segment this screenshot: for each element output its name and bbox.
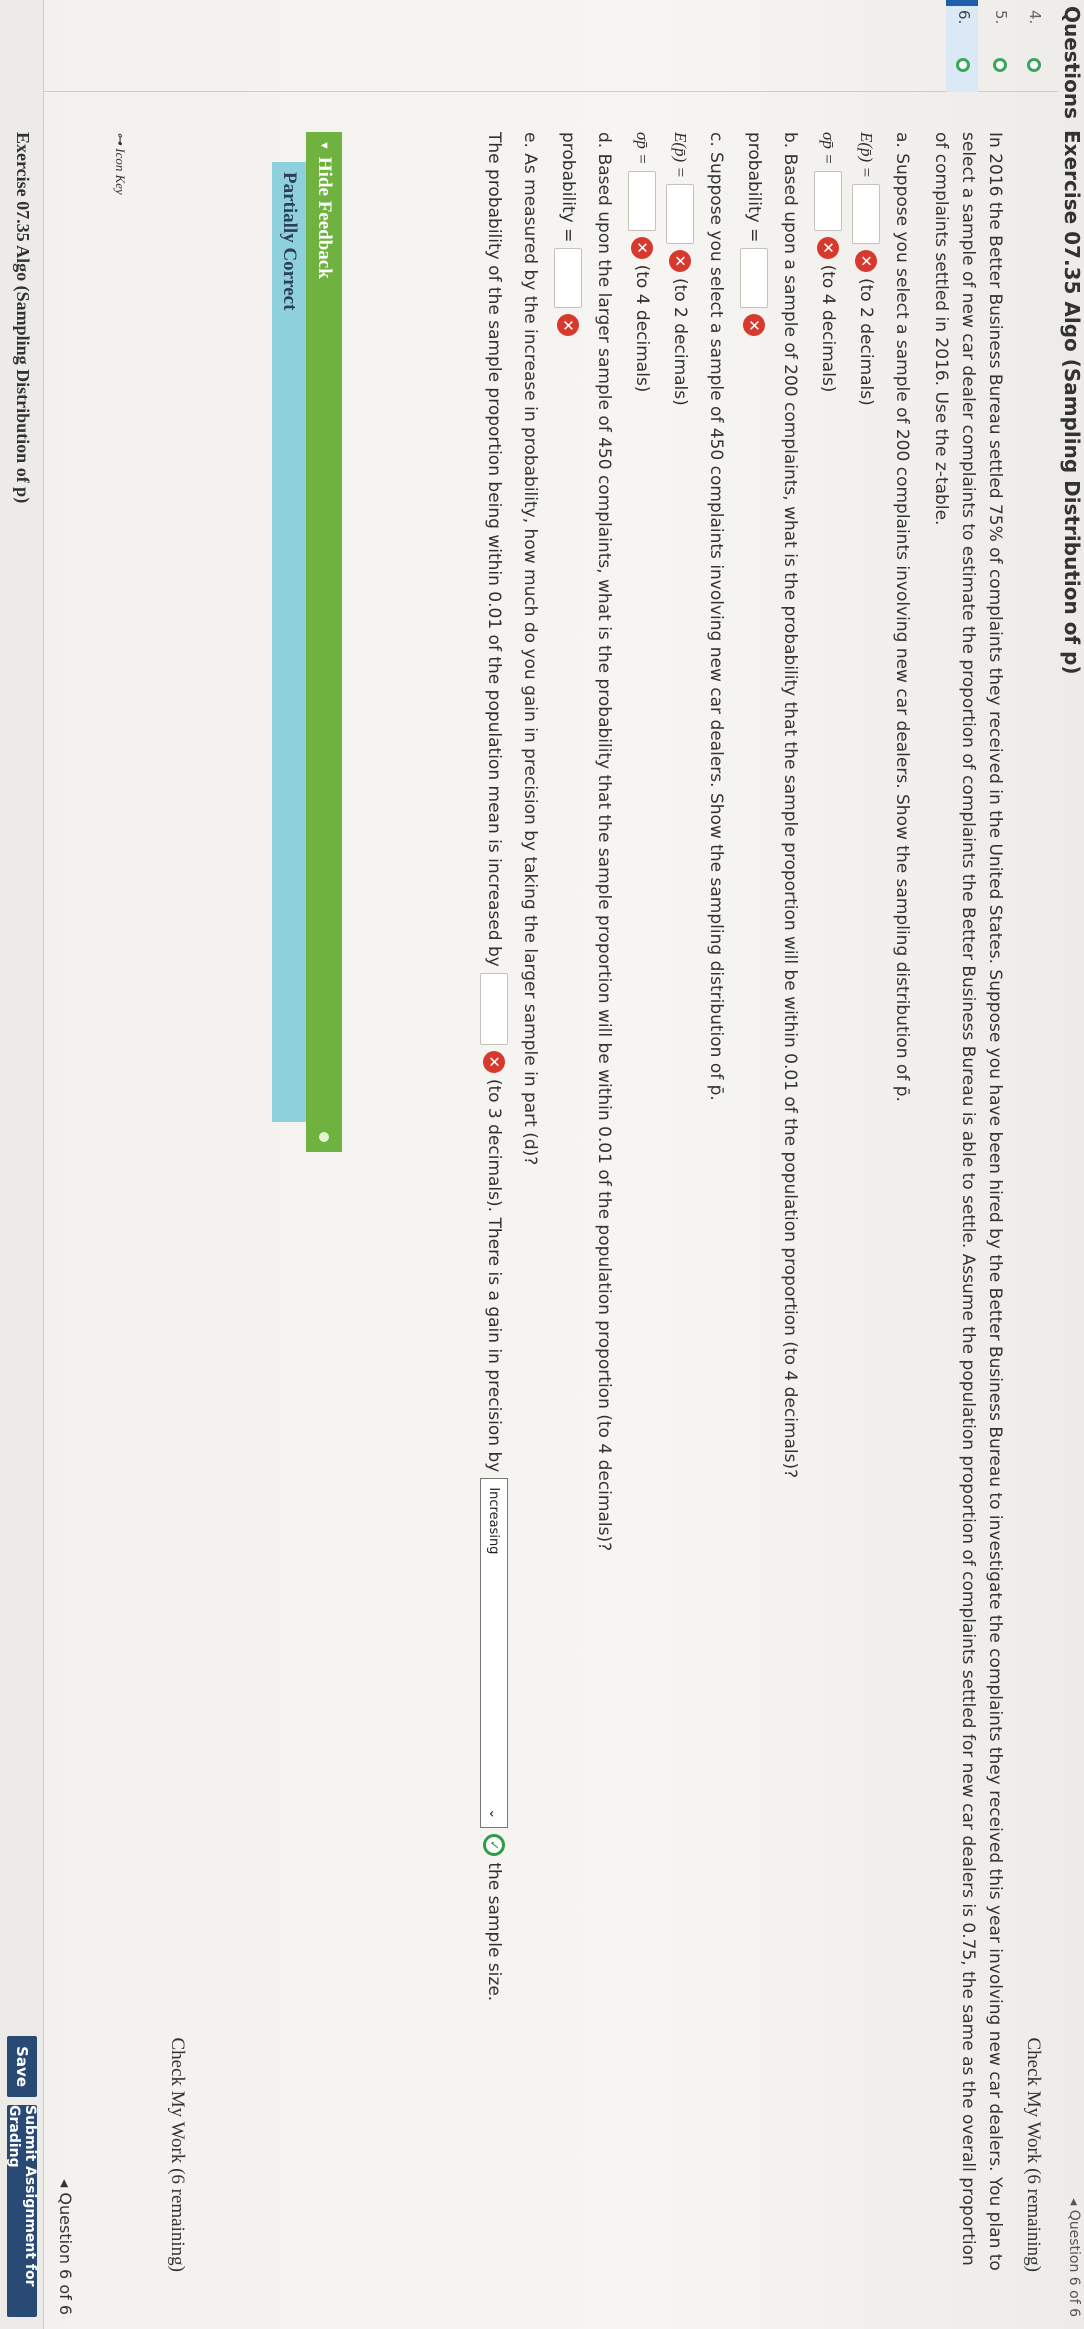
std-error-label: σp̄ =	[633, 132, 652, 165]
wrong-icon: ✕	[855, 249, 877, 272]
active-indicator	[946, 0, 978, 6]
hide-feedback-label: Hide Feedback	[314, 156, 335, 279]
probability-input[interactable]	[554, 248, 582, 309]
std-error-label: σp̄ =	[819, 132, 838, 165]
complete-status-icon	[993, 58, 1007, 72]
expected-value-input[interactable]	[852, 183, 880, 244]
wrong-icon: ✕	[669, 249, 691, 272]
wrong-icon: ✕	[743, 314, 765, 337]
bottom-exercise-title: Exercise 07.35 Algo (Sampling Distributi…	[13, 132, 33, 504]
complete-status-icon	[956, 58, 970, 72]
question-number: 5.	[992, 10, 1010, 25]
bottom-bar: Exercise 07.35 Algo (Sampling Distributi…	[0, 0, 75, 2329]
icon-key-link[interactable]: ⊶ Icon Key	[112, 132, 128, 195]
question-number: 4.	[1026, 10, 1044, 25]
expected-value-input[interactable]	[666, 183, 694, 244]
std-error-input[interactable]	[814, 170, 842, 231]
probability-label: probability =	[558, 132, 578, 243]
part-c-prompt: c. Suppose you select a sample of 450 co…	[706, 132, 726, 1101]
std-error-input[interactable]	[628, 170, 656, 231]
icon-key-label: Icon Key	[113, 148, 128, 195]
part-c-std-error-row: σp̄ = ✕ (to 4 decimals)	[628, 132, 656, 392]
decimals-hint: (to 4 decimals)	[818, 264, 838, 393]
exercise-title: Exercise 07.35 Algo (Sampling Distributi…	[1060, 130, 1084, 675]
question-number: 6.	[955, 10, 973, 25]
feedback-status-dot	[319, 1132, 329, 1142]
header-strip: Questions Exercise 07.35 Algo (Sampling …	[1058, 0, 1084, 2329]
bottom-question-counter[interactable]: ◂ Question 6 of 6	[56, 2179, 75, 2315]
wrong-icon: ✕	[817, 236, 839, 259]
part-e-prompt: e. As measured by the increase in probab…	[520, 132, 540, 1166]
key-icon: ⊶	[113, 132, 128, 149]
questions-label: Questions	[1060, 6, 1084, 120]
part-d-prompt: d. Based upon the larger sample of 450 c…	[594, 132, 614, 1552]
precision-select[interactable]: Increasing ⌄	[480, 1478, 508, 1829]
submit-assignment-button[interactable]: Submit Assignment for Grading	[6, 2105, 38, 2317]
part-b-probability-row: probability = ✕	[740, 132, 768, 337]
part-d-probability-row: probability = ✕	[554, 132, 582, 337]
wrong-icon: ✕	[483, 1050, 505, 1073]
hide-feedback-bar[interactable]: ▼ Hide Feedback	[306, 132, 342, 1152]
sample-size-sentence: the sample size.	[484, 1862, 504, 2002]
part-a-expected-value-row: E(p̄) = ✕ (to 2 decimals)	[852, 132, 880, 406]
partially-correct-banner: Partially Correct	[272, 162, 306, 1122]
top-question-counter[interactable]: ◂ Question 6 of 6	[1066, 2198, 1082, 2317]
part-a-prompt: a. Suppose you select a sample of 200 co…	[892, 132, 912, 1102]
question-item-4[interactable]: 4.	[1018, 0, 1048, 92]
correct-icon: ✓	[483, 1834, 505, 1857]
decimals-hint: (to 4 decimals)	[632, 264, 652, 393]
part-c-expected-value-row: E(p̄) = ✕ (to 2 decimals)	[666, 132, 694, 406]
expected-value-label: E(p̄) =	[671, 132, 690, 178]
rotated-page: Questions Exercise 07.35 Algo (Sampling …	[0, 0, 1084, 2329]
expected-value-label: E(p̄) =	[857, 132, 876, 178]
increase-input[interactable]	[480, 972, 508, 1045]
gain-sentence: (to 3 decimals). There is a gain in prec…	[484, 1078, 504, 1473]
decimals-hint: (to 2 decimals)	[856, 277, 876, 406]
question-item-5[interactable]: 5.	[984, 0, 1014, 92]
questions-sidebar: 4. 5. 6.	[44, 0, 1058, 92]
chevron-down-icon: ⌄	[486, 1808, 502, 1820]
precision-select-value: Increasing	[486, 1487, 502, 1555]
increase-sentence: The probability of the sample proportion…	[484, 132, 504, 967]
check-my-work-link-top[interactable]: Check My Work (6 remaining)	[1022, 2037, 1044, 2272]
complete-status-icon	[1027, 58, 1041, 72]
wrong-icon: ✕	[557, 314, 579, 337]
collapse-triangle-icon: ▼	[318, 140, 330, 151]
question-intro: In 2016 the Better Business Bureau settl…	[931, 132, 1005, 2271]
part-b-prompt: b. Based upon a sample of 200 complaints…	[780, 132, 800, 1479]
part-e-answer-row: The probability of the sample proportion…	[480, 132, 508, 2001]
save-button[interactable]: Save	[7, 2036, 37, 2097]
check-my-work-link-bottom[interactable]: Check My Work (6 remaining)	[166, 2037, 188, 2272]
decimals-hint: (to 2 decimals)	[670, 277, 690, 406]
probability-label: probability =	[744, 132, 764, 243]
question-item-6[interactable]: 6.	[946, 0, 978, 92]
part-a-std-error-row: σp̄ = ✕ (to 4 decimals)	[814, 132, 842, 392]
partially-correct-label: Partially Correct	[279, 172, 300, 311]
question-panel: Check My Work (6 remaining) In 2016 the …	[44, 92, 1058, 2312]
probability-input[interactable]	[740, 248, 768, 309]
wrong-icon: ✕	[631, 236, 653, 259]
